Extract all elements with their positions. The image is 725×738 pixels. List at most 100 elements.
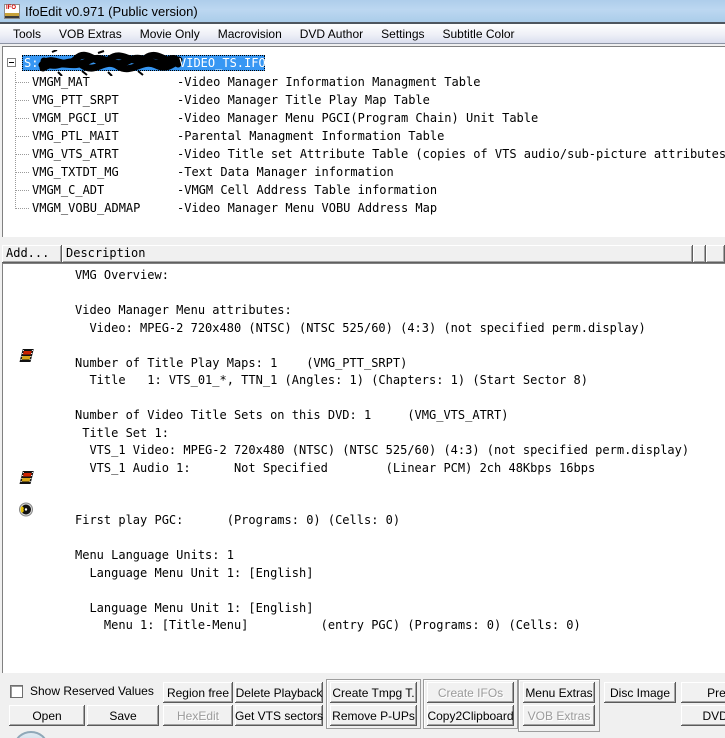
- blank-column-header[interactable]: [693, 245, 706, 263]
- tree-item[interactable]: VMGM_MAT -Video Manager Information Mana…: [2, 73, 725, 91]
- app-icon: IFO: [4, 3, 20, 19]
- create-tmpg-button[interactable]: Create Tmpg T.: [330, 682, 417, 703]
- description-line[interactable]: [2, 529, 725, 547]
- line-type-icon: [19, 407, 36, 422]
- save-button[interactable]: Save: [87, 705, 159, 726]
- ifoedit-window: IFO IfoEdit v0.971 (Public version) Tool…: [0, 0, 725, 738]
- tree-item-description: -Text Data Manager information: [177, 165, 394, 179]
- menu-item[interactable]: Tools: [4, 25, 50, 43]
- tree-item-description: -Video Title set Attribute Table (copies…: [177, 147, 725, 161]
- root-drive: S:: [24, 56, 39, 70]
- region-free-button[interactable]: Region free: [163, 682, 233, 703]
- description-line[interactable]: Menu Language Units: 1: [2, 546, 725, 564]
- description-line[interactable]: Number of Video Title Sets on this DVD: …: [2, 406, 725, 424]
- line-type-icon: [19, 390, 36, 405]
- description-line[interactable]: Number of Title Play Maps: 1 (VMG_PTT_SR…: [2, 354, 725, 372]
- tree-connector-stub: [16, 208, 29, 209]
- line-type-icon: [19, 512, 36, 527]
- delete-playback-button[interactable]: Delete Playback: [235, 682, 323, 703]
- description-text: Title 1: VTS_01_*, TTN_1 (Angles: 1) (Ch…: [75, 373, 588, 387]
- titlebar[interactable]: IFO IfoEdit v0.971 (Public version): [0, 0, 725, 22]
- description-line[interactable]: Menu 1: [Title-Menu] (entry PGC) (Progra…: [2, 616, 725, 634]
- line-type-icon: [19, 565, 36, 580]
- line-type-icon: [19, 320, 36, 362]
- ifo-structure-tree: S: VIDEO_TS.IFO VMGM_MAT -Video Manager …: [2, 46, 725, 237]
- window-title: IfoEdit v0.971 (Public version): [25, 3, 198, 19]
- add-column-header[interactable]: Add...: [2, 245, 62, 263]
- blank-column-header[interactable]: [706, 245, 725, 263]
- description-line[interactable]: Language Menu Unit 1: [English]: [2, 564, 725, 582]
- description-line[interactable]: VMG Overview:: [2, 266, 725, 284]
- line-type-icon: [19, 617, 36, 632]
- line-type-icon: [19, 337, 36, 352]
- tree-item-name: VMG_TXTDT_MG: [32, 165, 119, 179]
- line-type-icon: [19, 267, 36, 282]
- description-line[interactable]: Video Manager Menu attributes:: [2, 301, 725, 319]
- description-line[interactable]: [2, 389, 725, 407]
- menubar: Tools VOB Extras Movie Only Macrovision …: [0, 24, 725, 44]
- tree-connector-stub: [16, 172, 29, 173]
- description-line[interactable]: VTS_1 Video: MPEG-2 720x480 (NTSC) (NTSC…: [2, 441, 725, 484]
- description-text: First play PGC: (Programs: 0) (Cells: 0): [75, 513, 401, 527]
- description-text: Video: MPEG-2 720x480 (NTSC) (NTSC 525/6…: [75, 320, 646, 335]
- tree-item-name: VMG_PTT_SRPT: [32, 93, 119, 107]
- line-type-icon: [19, 582, 36, 597]
- menu-item[interactable]: Movie Only: [131, 25, 209, 43]
- collapse-expander-icon[interactable]: [7, 58, 16, 67]
- menu-item[interactable]: Settings: [372, 25, 433, 43]
- description-line[interactable]: Title 1: VTS_01_*, TTN_1 (Angles: 1) (Ch…: [2, 371, 725, 389]
- tree-item[interactable]: VMGM_PGCI_UT -Video Manager Menu PGCI(Pr…: [2, 109, 725, 127]
- line-type-icon: [19, 547, 36, 562]
- menu-item[interactable]: Subtitle Color: [434, 25, 524, 43]
- description-line[interactable]: Language Menu Unit 1: [English]: [2, 599, 725, 617]
- preview-button[interactable]: Preview: [681, 682, 725, 703]
- description-column-header[interactable]: Description: [62, 245, 693, 263]
- tree-item-description: -Video Manager Menu VOBU Address Map: [177, 201, 438, 215]
- description-line[interactable]: [2, 581, 725, 599]
- line-type-icon: [19, 477, 36, 492]
- line-type-icon: [19, 285, 36, 300]
- show-reserved-values-label: Show Reserved Values: [30, 684, 154, 698]
- tree-item[interactable]: VMG_TXTDT_MG -Text Data Manager informat…: [2, 163, 725, 181]
- dvd-play-button[interactable]: DVD Play: [681, 705, 725, 726]
- show-reserved-values-checkbox[interactable]: [10, 684, 23, 698]
- tree-items: VMGM_MAT -Video Manager Information Mana…: [2, 73, 725, 217]
- menu-item[interactable]: DVD Author: [291, 25, 372, 43]
- pane-splitter[interactable]: [0, 237, 725, 245]
- description-line[interactable]: [2, 476, 725, 494]
- description-text: VTS_1 Video: MPEG-2 720x480 (NTSC) (NTSC…: [75, 443, 690, 457]
- disc-image-button[interactable]: Disc Image: [604, 682, 676, 703]
- open-button[interactable]: Open: [9, 705, 85, 726]
- menu-extras-button[interactable]: Menu Extras: [523, 682, 595, 703]
- remove-pups-button[interactable]: Remove P-UPs: [330, 705, 417, 726]
- description-text: Language Menu Unit 1: [English]: [75, 565, 314, 580]
- tree-root-row[interactable]: S: VIDEO_TS.IFO: [2, 50, 725, 76]
- line-type-icon: [19, 495, 36, 510]
- tree-item[interactable]: VMG_PTL_MAIT -Parental Managment Informa…: [2, 127, 725, 145]
- description-line[interactable]: [2, 284, 725, 302]
- tree-item[interactable]: VMG_PTT_SRPT -Video Manager Title Play M…: [2, 91, 725, 109]
- description-text: Title Set 1:: [75, 425, 169, 440]
- tree-item[interactable]: VMG_VTS_ATRT -Video Title set Attribute …: [2, 145, 725, 163]
- tree-root-selected[interactable]: S: VIDEO_TS.IFO: [22, 50, 266, 76]
- tree-item-description: -Video Manager Menu PGCI(Program Chain) …: [177, 111, 539, 125]
- tree-connector-stub: [16, 118, 29, 119]
- description-line[interactable]: VTS_1 Audio 1: Not Specified (Linear PCM…: [2, 459, 725, 516]
- line-type-icon: [19, 600, 36, 615]
- description-line[interactable]: [2, 494, 725, 512]
- root-filename: VIDEO_TS.IFO: [179, 56, 266, 70]
- tree-item[interactable]: VMGM_VOBU_ADMAP -Video Manager Menu VOBU…: [2, 199, 725, 217]
- description-line[interactable]: Video: MPEG-2 720x480 (NTSC) (NTSC 525/6…: [2, 319, 725, 362]
- list-header-row: Add... Description: [2, 245, 725, 263]
- description-line[interactable]: [2, 336, 725, 354]
- description-line[interactable]: Title Set 1:: [2, 424, 725, 442]
- menu-item[interactable]: VOB Extras: [50, 25, 131, 43]
- tree-item[interactable]: VMGM_C_ADT -VMGM Cell Address Table info…: [2, 181, 725, 199]
- menu-item[interactable]: Macrovision: [209, 25, 291, 43]
- description-text: Video Manager Menu attributes:: [75, 303, 292, 317]
- description-line[interactable]: First play PGC: (Programs: 0) (Cells: 0): [2, 511, 725, 529]
- get-vts-sectors-button[interactable]: Get VTS sectors: [235, 705, 323, 726]
- line-type-icon: [19, 355, 36, 370]
- copy2clipboard-button[interactable]: Copy2Clipboard: [427, 705, 514, 726]
- tree-connector-stub: [16, 154, 29, 155]
